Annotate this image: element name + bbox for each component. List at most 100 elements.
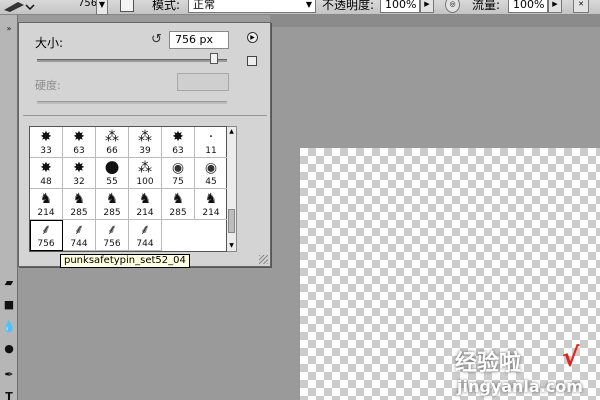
gradient-tool-icon[interactable]: ■ — [1, 295, 17, 313]
size-slider-thumb[interactable] — [209, 53, 218, 64]
brush-panel-toggle-icon[interactable] — [120, 0, 134, 12]
size-slider[interactable] — [37, 59, 227, 62]
brush-preset-size: 756 — [37, 239, 55, 249]
hardness-field[interactable] — [177, 73, 229, 91]
tablet-pressure-icon[interactable]: ✕ — [573, 0, 589, 13]
mode-select[interactable]: 正常 ▼ — [188, 0, 316, 13]
resize-grip[interactable] — [259, 255, 268, 264]
small-dot-brush-icon: · — [208, 128, 214, 145]
feather-brush-icon: ⸙ — [40, 221, 52, 238]
brush-preset-size: 33 — [40, 146, 52, 156]
brush-preset-17[interactable]: ♞ 285 — [162, 189, 195, 220]
brush-preset-size: 63 — [172, 146, 184, 156]
brush-preset-size: 100 — [136, 177, 154, 187]
brush-tooltip: punksafetypin_set52_04 — [60, 254, 190, 268]
brush-preset-20[interactable]: ⸙ 744 — [63, 220, 96, 251]
brush-preset-size: 11 — [205, 146, 217, 156]
brush-preset-1[interactable]: ✸ 33 — [30, 127, 63, 158]
brush-preset-15[interactable]: ♞ 285 — [96, 189, 129, 220]
scatter-brush-icon: ⁂ — [138, 128, 152, 145]
brush-preset-size: 744 — [136, 239, 154, 249]
scroll-up-icon[interactable]: ▲ — [227, 127, 236, 137]
brush-preset-size: 214 — [37, 208, 55, 218]
brush-preset-size: 32 — [73, 177, 85, 187]
new-preset-icon[interactable] — [247, 56, 257, 66]
brush-preset-size: 285 — [169, 208, 187, 218]
flow-label: 流量: — [472, 0, 501, 12]
mode-label: 模式: — [152, 0, 181, 12]
chevron-down-icon: ▼ — [305, 0, 312, 9]
horse-brush-icon: ♞ — [204, 190, 218, 207]
brush-preset-4[interactable]: ⁂ 39 — [129, 127, 162, 158]
brush-preset-size: 66 — [106, 146, 118, 156]
brush-tip-icon — [4, 2, 35, 12]
brush-preset-picker[interactable] — [0, 0, 38, 15]
mode-select-value: 正常 — [193, 0, 215, 11]
brush-preset-grid: ✸ 33 ✸ 63 ⁂ 66 ⁂ 39 ✸ 63 · 11 ✸ 48 ✸ 32 ● 55 ⁂ 100 ◉ 75 ◉ 45 ♞ 21… — [29, 126, 228, 252]
brush-preset-22[interactable]: ⸙ 744 — [129, 220, 162, 251]
airbrush-icon[interactable]: ◎ — [445, 0, 460, 13]
splatter-brush-icon: ✸ — [73, 159, 85, 176]
brush-preset-size: 744 — [70, 239, 88, 249]
brush-picker-dropdown-button[interactable]: ▼ — [96, 0, 108, 15]
brush-preset-9[interactable]: ● 55 — [96, 158, 129, 189]
flow-stepper[interactable]: ▶ — [548, 0, 562, 13]
hardness-slider[interactable] — [37, 101, 227, 104]
brush-preset-size: 214 — [202, 208, 220, 218]
brush-preset-12[interactable]: ◉ 45 — [195, 158, 228, 189]
blur-tool-icon[interactable]: 💧 — [1, 317, 17, 335]
preset-scrollbar[interactable]: ▲ ▼ — [227, 126, 237, 252]
divider — [23, 115, 267, 116]
panel-menu-button[interactable]: ▶ — [247, 32, 258, 43]
hardness-label: 硬度: — [35, 79, 61, 92]
eraser-tool-icon[interactable]: ▰ — [1, 273, 17, 291]
brush-preset-2[interactable]: ✸ 63 — [63, 127, 96, 158]
scroll-down-icon[interactable]: ▼ — [227, 241, 236, 251]
brush-preset-13[interactable]: ♞ 214 — [30, 189, 63, 220]
splatter-brush-icon: ✸ — [40, 128, 52, 145]
brush-preset-size: 48 — [40, 177, 52, 187]
brush-preset-16[interactable]: ♞ 214 — [129, 189, 162, 220]
horse-brush-icon: ♞ — [72, 190, 86, 207]
brush-preset-size: 45 — [205, 177, 217, 187]
opacity-stepper[interactable]: ▶ — [420, 0, 434, 13]
soft-round-brush-icon: ◉ — [204, 159, 218, 176]
opacity-label: 不透明度: — [322, 0, 375, 12]
brush-preset-size: 63 — [73, 146, 85, 156]
brush-preset-19[interactable]: ⸙ 756 — [30, 220, 63, 251]
splatter-brush-icon: ✸ — [172, 128, 184, 145]
brush-preset-3[interactable]: ⁂ 66 — [96, 127, 129, 158]
size-field[interactable]: 756 px — [169, 31, 229, 49]
brush-preset-21[interactable]: ⸙ 756 — [96, 220, 129, 251]
options-bar: 756 ▼ 模式: 正常 ▼ 不透明度: 100% ▶ ◎ 流量: 100% ▶… — [0, 0, 600, 15]
opacity-field[interactable]: 100% — [380, 0, 420, 13]
feather-brush-icon: ⸙ — [139, 221, 151, 238]
splatter-brush-icon: ✸ — [40, 159, 52, 176]
brush-preset-18[interactable]: ♞ 214 — [195, 189, 228, 220]
brush-preset-14[interactable]: ♞ 285 — [63, 189, 96, 220]
brush-preset-11[interactable]: ◉ 75 — [162, 158, 195, 189]
brush-preset-6[interactable]: · 11 — [195, 127, 228, 158]
brush-size-readout: 756 — [78, 0, 98, 9]
scroll-thumb[interactable] — [228, 209, 235, 233]
dodge-tool-icon[interactable]: ● — [1, 339, 17, 357]
brush-preset-size: 214 — [136, 208, 154, 218]
type-tool-icon[interactable]: T — [1, 387, 17, 400]
brush-preset-size: 39 — [139, 146, 151, 156]
brush-preset-10[interactable]: ⁂ 100 — [129, 158, 162, 189]
pen-tool-icon[interactable]: ✒ — [1, 365, 17, 383]
brush-preset-size: 55 — [106, 177, 118, 187]
brush-preset-5[interactable]: ✸ 63 — [162, 127, 195, 158]
toolbox: » ▰ ■ 💧 ● ✒ T — [0, 15, 18, 400]
flow-field[interactable]: 100% — [508, 0, 548, 13]
feather-brush-icon: ⸙ — [106, 221, 118, 238]
collapse-arrows-icon[interactable]: » — [1, 19, 17, 37]
brush-preset-7[interactable]: ✸ 48 — [30, 158, 63, 189]
horse-brush-icon: ♞ — [105, 190, 119, 207]
scatter-brush-icon: ⁂ — [105, 128, 119, 145]
soft-round-brush-icon: ◉ — [171, 159, 185, 176]
brush-preset-8[interactable]: ✸ 32 — [63, 158, 96, 189]
checkmark-icon: √ — [562, 343, 580, 373]
reset-size-icon[interactable]: ↺ — [151, 32, 162, 47]
watermark-url: jingyanla.com — [457, 377, 583, 396]
